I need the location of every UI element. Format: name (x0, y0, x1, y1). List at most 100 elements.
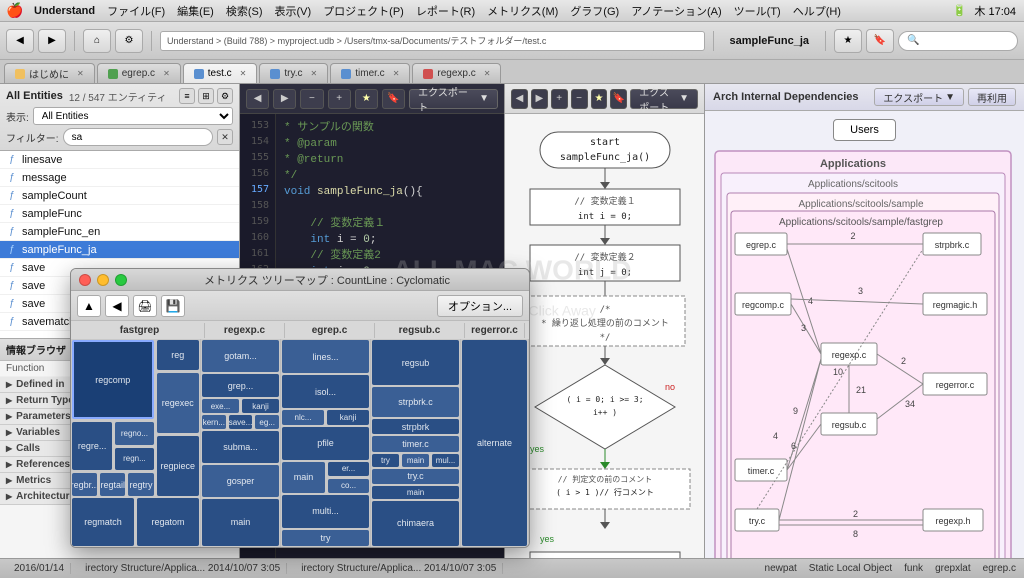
search-bar[interactable]: 🔍 (898, 31, 1018, 51)
treemap-regre[interactable]: regre... (72, 422, 112, 470)
menu-annotation[interactable]: アノテーション(A) (631, 3, 721, 19)
menu-report[interactable]: レポート(R) (416, 3, 475, 19)
treemap-regtry[interactable]: regtry (128, 473, 153, 496)
treemap-exe[interactable]: exe... (202, 399, 239, 413)
treemap-save[interactable]: save... (229, 415, 253, 429)
code-bookmark[interactable]: 🔖 (382, 89, 405, 109)
treemap-regatom[interactable]: regatom (137, 498, 199, 546)
code-nav-back[interactable]: ◀ (246, 89, 269, 109)
tab-close-egrep[interactable]: ✕ (163, 69, 170, 78)
flow-zoom-out[interactable]: − (571, 89, 588, 109)
treemap-mul[interactable]: mul... (432, 454, 459, 467)
treemap-save-btn[interactable]: 💾 (161, 295, 185, 317)
menu-search[interactable]: 検索(S) (226, 3, 263, 19)
treemap-regpiece[interactable]: regpiece (157, 436, 199, 496)
menu-metrics[interactable]: メトリクス(M) (487, 3, 558, 19)
menu-tools[interactable]: ツール(T) (734, 3, 781, 19)
treemap-kanji[interactable]: kanji (242, 399, 279, 413)
entity-message[interactable]: ƒ message (0, 169, 239, 187)
entity-samplefunc-en[interactable]: ƒ sampleFunc_en (0, 223, 239, 241)
filter-clear-btn[interactable]: ✕ (217, 129, 233, 145)
tab-hajimeni[interactable]: はじめに ✕ (4, 63, 95, 83)
treemap-regexec[interactable]: regexec (157, 373, 199, 433)
app-name[interactable]: Understand (34, 5, 95, 17)
treemap-minimize-button[interactable] (97, 274, 109, 286)
menu-edit[interactable]: 編集(E) (177, 3, 214, 19)
treemap-regbr[interactable]: regbr... (72, 473, 97, 496)
tab-egrep[interactable]: egrep.c ✕ (97, 63, 181, 83)
treemap-timer-c[interactable]: timer.c (372, 436, 459, 451)
show-select[interactable]: All Entities (33, 107, 233, 125)
tab-close-timer[interactable]: ✕ (393, 69, 400, 78)
menu-file[interactable]: ファイル(F) (107, 3, 165, 19)
flow-zoom-in[interactable]: + (551, 89, 568, 109)
treemap-reg[interactable]: reg (157, 340, 199, 370)
treemap-multi[interactable]: multi... (282, 495, 369, 528)
tab-try[interactable]: try.c ✕ (259, 63, 328, 83)
flow-export-button[interactable]: エクスポート ▼ (630, 89, 698, 109)
tab-close-try[interactable]: ✕ (311, 69, 318, 78)
treemap-maximize-button[interactable] (115, 274, 127, 286)
treemap-eg[interactable]: eg... (255, 415, 279, 429)
treemap-strpbrk[interactable]: strpbrk (372, 419, 459, 434)
flow-back[interactable]: ◀ (511, 89, 528, 109)
code-star[interactable]: ★ (355, 89, 378, 109)
code-export-button[interactable]: エクスポート ▼ (409, 89, 498, 109)
settings-button[interactable]: ⚙ (115, 29, 143, 53)
treemap-try-c[interactable]: try.c (372, 469, 459, 484)
entity-samplecount[interactable]: ƒ sampleCount (0, 187, 239, 205)
treemap-up-btn[interactable]: ▲ (77, 295, 101, 317)
treemap-kanji2[interactable]: kanji (327, 410, 369, 425)
forward-button[interactable]: ▶ (38, 29, 66, 53)
home-button[interactable]: ⌂ (83, 29, 111, 53)
treemap-regno[interactable]: regno... (115, 422, 153, 445)
treemap-alternate[interactable]: alternate (462, 340, 527, 546)
treemap-gotam[interactable]: gotam... (202, 340, 279, 372)
flow-forward[interactable]: ▶ (531, 89, 548, 109)
filter-input[interactable] (63, 128, 213, 146)
tab-regexp[interactable]: regexp.c ✕ (412, 63, 501, 83)
treemap-kern[interactable]: kern... (202, 415, 226, 429)
arch-content[interactable]: Users Applications Applications/scitools… (705, 111, 1024, 558)
tab-test[interactable]: test.c ✕ (183, 63, 258, 83)
menu-help[interactable]: ヘルプ(H) (793, 3, 841, 19)
code-zoom-out[interactable]: − (300, 89, 323, 109)
treemap-regsub[interactable]: regsub (372, 340, 459, 385)
treemap-prev-btn[interactable]: ◀ (105, 295, 129, 317)
path-bar[interactable]: Understand > (Build 788) > myproject.udb… (160, 31, 705, 51)
entity-view-btn[interactable]: ≡ (179, 88, 195, 104)
menu-graph[interactable]: グラフ(G) (570, 3, 619, 19)
code-nav-forward[interactable]: ▶ (273, 89, 296, 109)
tab-timer[interactable]: timer.c ✕ (330, 63, 410, 83)
treemap-main-timer[interactable]: main (402, 454, 429, 467)
treemap-pfile[interactable]: pfile (282, 427, 369, 460)
treemap-close-button[interactable] (79, 274, 91, 286)
treemap-strpbrk-c[interactable]: strpbrk.c (372, 387, 459, 417)
menu-project[interactable]: プロジェクト(P) (323, 3, 404, 19)
arch-export-button[interactable]: エクスポート ▼ (874, 88, 964, 106)
users-button[interactable]: Users (833, 119, 896, 141)
flow-star[interactable]: ★ (591, 89, 608, 109)
treemap-regn[interactable]: regn... (115, 448, 153, 471)
menu-view[interactable]: 表示(V) (275, 3, 312, 19)
bookmark-button[interactable]: 🔖 (866, 29, 894, 53)
tab-close-test[interactable]: ✕ (240, 69, 247, 78)
tab-close-hajimeni[interactable]: ✕ (77, 69, 84, 78)
back-button[interactable]: ◀ (6, 29, 34, 53)
treemap-main-egrep[interactable]: main (282, 462, 325, 493)
treemap-options-button[interactable]: オプション... (437, 295, 523, 317)
treemap-isol[interactable]: isol... (282, 375, 369, 408)
entity-linesave[interactable]: ƒ linesave (0, 151, 239, 169)
arch-reuse-button[interactable]: 再利用 (968, 88, 1016, 106)
treemap-gosper[interactable]: gosper (202, 465, 279, 497)
treemap-subma[interactable]: subma... (202, 431, 279, 463)
flow-bookmark[interactable]: 🔖 (610, 89, 627, 109)
entity-samplefunc-ja[interactable]: ƒ sampleFunc_ja (0, 241, 239, 259)
treemap-try-egrep[interactable]: try (282, 530, 369, 547)
treemap-regmatch[interactable]: regmatch (72, 498, 134, 546)
treemap-chimaera[interactable]: chimaera (372, 501, 459, 546)
tab-close-regexp[interactable]: ✕ (484, 69, 491, 78)
treemap-nlc[interactable]: nlc... (282, 410, 324, 425)
treemap-grep[interactable]: grep... (202, 374, 279, 398)
treemap-er[interactable]: er... (328, 462, 369, 476)
